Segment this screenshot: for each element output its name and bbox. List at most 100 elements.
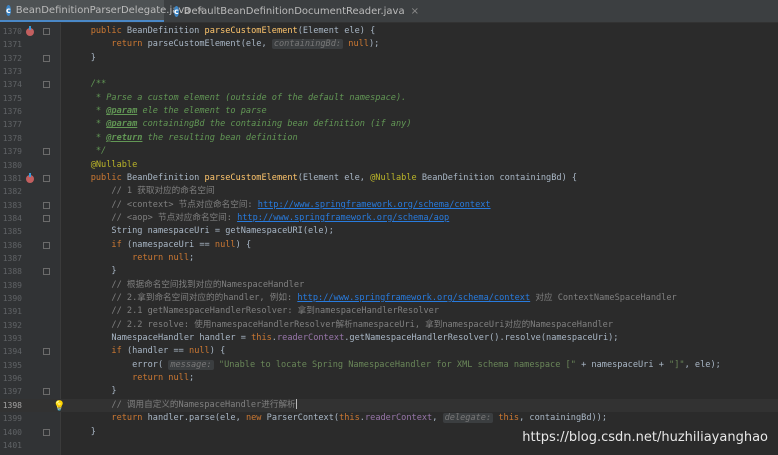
code-line[interactable]: 1384 // <aop> 节点对应命名空间: http://www.sprin… (0, 212, 778, 225)
code-line[interactable]: 1374 /** (0, 78, 778, 91)
line-number: 1375 (2, 93, 22, 103)
code-line[interactable]: 1399 return handler.parse(ele, new Parse… (0, 412, 778, 425)
close-icon[interactable]: × (411, 6, 419, 17)
code-text: * @param ele the element to parse (90, 106, 267, 117)
line-number: 1385 (2, 227, 22, 237)
code-line[interactable]: 1386 if (namespaceUri == null) { (0, 239, 778, 252)
fold-toggle-icon[interactable] (43, 268, 50, 276)
line-number: 1399 (2, 414, 22, 424)
code-line[interactable]: 1398 💡 // 调用自定义的NamespaceHandler进行解析 (0, 398, 778, 413)
fold-toggle-icon[interactable] (43, 54, 50, 62)
code-line[interactable]: 1393 NamespaceHandler handler = this.rea… (0, 332, 778, 345)
code-line[interactable]: 1388 } (0, 265, 778, 278)
editor-tab-bar: c BeanDefinitionParserDelegate.java × c … (0, 0, 778, 23)
line-number: 1377 (2, 120, 22, 130)
line-number: 1400 (2, 427, 22, 437)
fold-toggle-icon[interactable] (43, 201, 50, 209)
code-text: // 调用自定义的NamespaceHandler进行解析 (111, 399, 297, 410)
code-line[interactable]: 1379 */ (0, 145, 778, 158)
line-number: 1382 (2, 187, 22, 197)
line-number: 1401 (2, 440, 22, 450)
code-text: } (70, 266, 117, 277)
code-line[interactable]: 1396 return null; (0, 372, 778, 385)
code-text: // 根据命名空间找到对应的NamespaceHandler (111, 279, 305, 290)
fold-toggle-icon[interactable] (43, 348, 50, 356)
code-text: // 2.2 resolve: 使用namespaceHandlerResolv… (111, 319, 614, 330)
fold-toggle-icon[interactable] (43, 148, 50, 156)
code-text: NamespaceHandler handler = this.readerCo… (70, 333, 619, 344)
line-number: 1387 (2, 253, 22, 263)
line-number: 1393 (2, 334, 22, 344)
line-number: 1381 (2, 173, 22, 183)
code-line[interactable]: 1370 public BeanDefinition parseCustomEl… (0, 25, 778, 38)
line-number: 1391 (2, 307, 22, 317)
line-number: 1396 (2, 374, 22, 384)
code-line[interactable]: 1376 * @param ele the element to parse (0, 105, 778, 118)
code-text: // 2.拿到命名空间对应的的handler, 例如: http://www.s… (111, 293, 677, 303)
code-line[interactable]: 1373 (0, 65, 778, 78)
code-text: // <context> 节点对应命名空间: http://www.spring… (111, 199, 491, 210)
code-line[interactable]: 1375 * Parse a custom element (outside o… (0, 92, 778, 105)
code-line[interactable]: 1378 * @return the resulting bean defini… (0, 132, 778, 145)
code-text: * @return the resulting bean definition (90, 132, 298, 143)
code-line[interactable]: 1380 @Nullable (0, 159, 778, 172)
code-line[interactable]: 1394 if (handler == null) { (0, 345, 778, 358)
code-line[interactable]: 1382 // 1 获取对应的命名空间 (0, 185, 778, 198)
fold-toggle-icon[interactable] (43, 28, 50, 35)
code-text: String namespaceUri = getNamespaceURI(el… (70, 226, 334, 237)
line-number: 1388 (2, 267, 22, 277)
code-text: error( message: "Unable to locate Spring… (70, 359, 721, 370)
tab-label: BeanDefinitionParserDelegate.java (15, 4, 191, 16)
code-text: // 2.1 getNamespaceHandlerResolver: 拿到na… (111, 306, 440, 317)
code-text: } (70, 386, 117, 397)
code-text: } (70, 426, 96, 437)
code-text: /** (90, 79, 107, 90)
code-line[interactable]: 1397 } (0, 385, 778, 398)
fold-toggle-icon[interactable] (43, 388, 50, 396)
line-number: 1371 (2, 40, 22, 50)
code-line[interactable]: 1383 // <context> 节点对应命名空间: http://www.s… (0, 199, 778, 212)
fold-toggle-icon[interactable] (43, 214, 50, 222)
code-text: public BeanDefinition parseCustomElement… (90, 26, 376, 36)
line-number: 1383 (2, 200, 22, 210)
code-text: return handler.parse(ele, new ParserCont… (111, 413, 608, 424)
tab-defaultbeandefinitiondocumentreader[interactable]: c DefaultBeanDefinitionDocumentReader.ja… (168, 0, 419, 22)
code-text: if (namespaceUri == null) { (111, 239, 252, 250)
code-line[interactable]: 1390 // 2.拿到命名空间对应的的handler, 例如: http://… (0, 292, 778, 305)
code-line[interactable]: 1387 return null; (0, 252, 778, 265)
code-line[interactable]: 1385 String namespaceUri = getNamespaceU… (0, 225, 778, 238)
watermark: https://blog.csdn.net/huzhiliayanghao (522, 430, 768, 445)
code-line[interactable]: 1389 // 根据命名空间找到对应的NamespaceHandler (0, 279, 778, 292)
code-line[interactable]: 1395 error( message: "Unable to locate S… (0, 359, 778, 372)
override-marker-icon[interactable] (26, 172, 34, 183)
tab-beandefinitionparserdelegate[interactable]: c BeanDefinitionParserDelegate.java × (0, 0, 205, 22)
line-number: 1394 (2, 347, 22, 357)
line-number: 1395 (2, 360, 22, 370)
fold-toggle-icon[interactable] (43, 174, 50, 182)
code-line[interactable]: 1392 // 2.2 resolve: 使用namespaceHandlerR… (0, 319, 778, 332)
code-text: } (70, 52, 96, 63)
code-text: * @param containingBd the containing bea… (90, 119, 412, 130)
line-number: 1386 (2, 240, 22, 250)
java-class-icon: c (6, 4, 11, 16)
line-number: 1373 (2, 67, 22, 77)
fold-toggle-icon[interactable] (43, 241, 50, 249)
code-line[interactable]: 1377 * @param containingBd the containin… (0, 118, 778, 131)
line-number: 1378 (2, 133, 22, 143)
line-number: 1376 (2, 107, 22, 117)
code-line[interactable]: 1381 public BeanDefinition parseCustomEl… (0, 172, 778, 185)
code-text: return null; (132, 373, 195, 384)
fold-toggle-icon[interactable] (43, 81, 50, 89)
line-number: 1380 (2, 160, 22, 170)
line-number: 1370 (2, 27, 22, 36)
override-marker-icon[interactable] (26, 26, 34, 36)
fold-toggle-icon[interactable] (43, 428, 50, 436)
code-line[interactable]: 1391 // 2.1 getNamespaceHandlerResolver:… (0, 305, 778, 318)
code-text: * Parse a custom element (outside of the… (90, 92, 407, 103)
code-line[interactable]: 1372 } (0, 52, 778, 65)
java-class-icon: c (174, 5, 179, 17)
code-text: if (handler == null) { (111, 346, 226, 357)
line-number: 1384 (2, 213, 22, 223)
code-line[interactable]: 1371 return parseCustomElement(ele, cont… (0, 38, 778, 51)
line-number: 1374 (2, 80, 22, 90)
